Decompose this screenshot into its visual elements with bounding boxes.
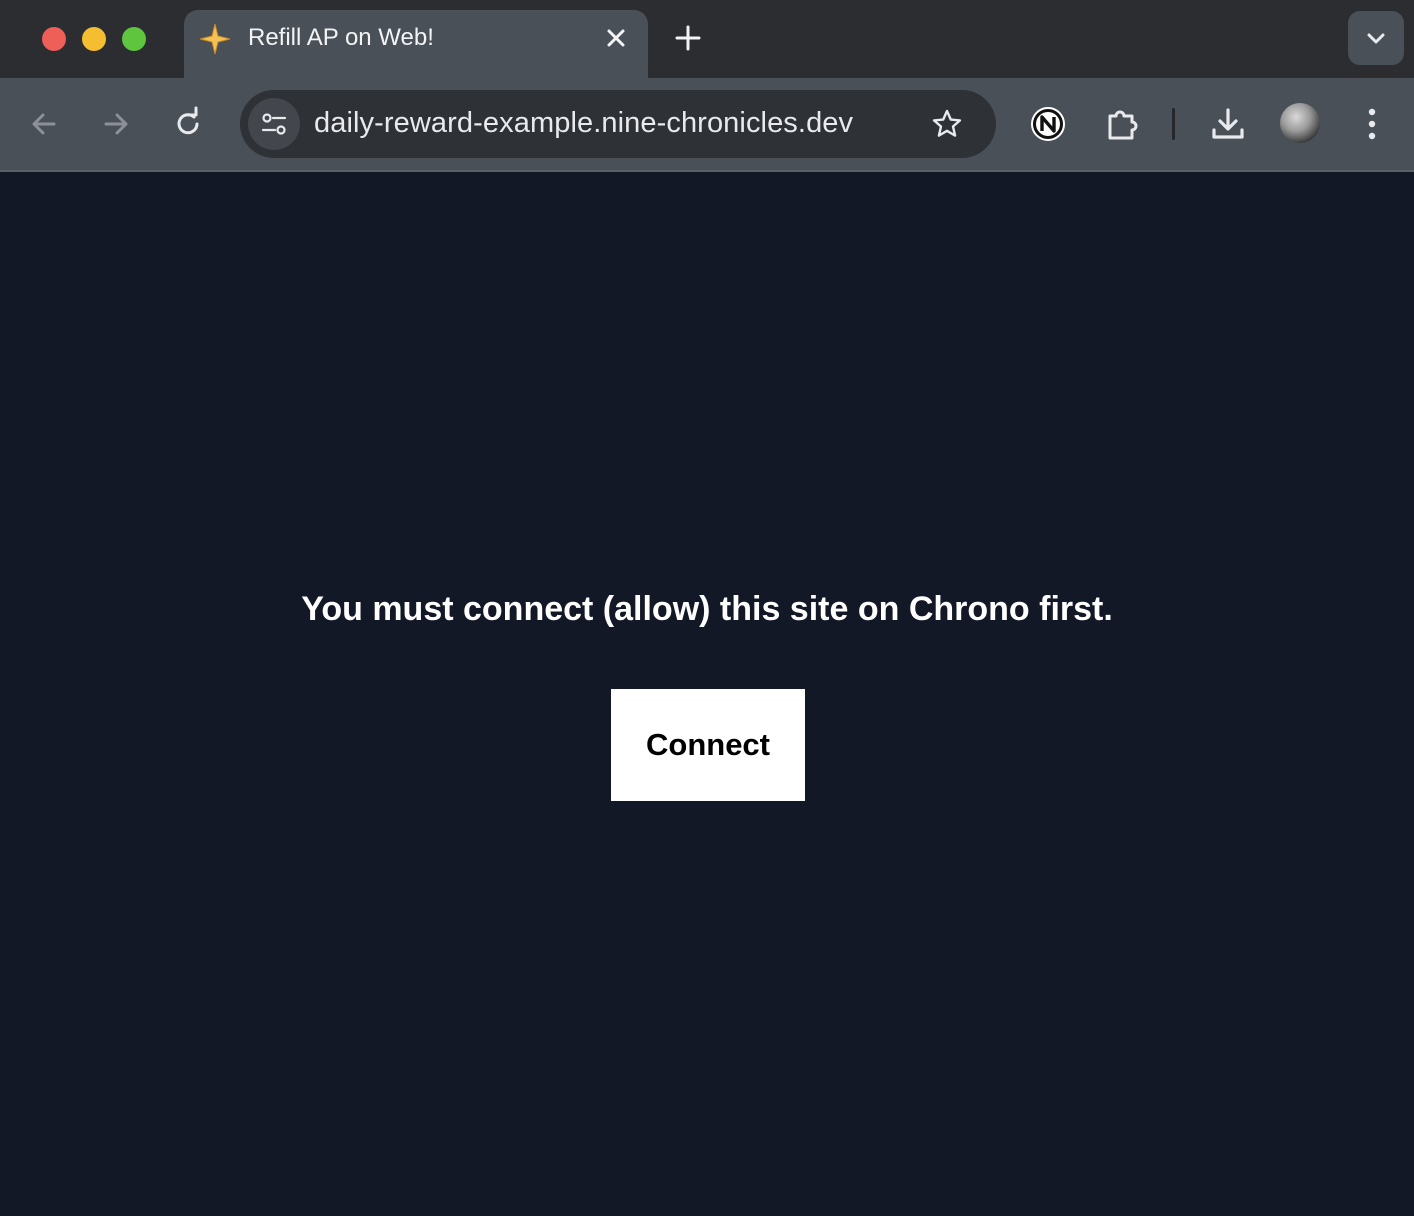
toolbar-divider <box>1172 108 1175 140</box>
kebab-menu-icon[interactable] <box>1352 104 1392 144</box>
puzzle-icon[interactable] <box>1102 104 1142 144</box>
tab-active[interactable]: Refill AP on Web! <box>184 10 648 78</box>
arrow-left-icon[interactable] <box>24 104 64 144</box>
browser-window: Refill AP on Web! daily-reward-example.n… <box>0 0 1414 1216</box>
star-icon[interactable] <box>930 107 964 141</box>
nine-chronicles-n-icon[interactable] <box>1028 104 1068 144</box>
window-close-button[interactable] <box>42 27 66 51</box>
connect-message: You must connect (allow) this site on Ch… <box>301 590 1113 628</box>
tab-strip: Refill AP on Web! <box>0 0 1414 78</box>
connect-button[interactable]: Connect <box>611 689 805 801</box>
plus-icon[interactable] <box>672 22 704 54</box>
sparkle-star-icon <box>199 23 231 55</box>
download-icon[interactable] <box>1208 104 1248 144</box>
window-maximize-button[interactable] <box>122 27 146 51</box>
avatar[interactable] <box>1280 103 1320 143</box>
site-info-button[interactable] <box>248 98 300 150</box>
page-content: You must connect (allow) this site on Ch… <box>0 172 1414 1216</box>
address-bar[interactable]: daily-reward-example.nine-chronicles.dev <box>240 90 996 158</box>
reload-icon[interactable] <box>168 104 208 144</box>
tune-icon <box>261 113 287 135</box>
tab-title: Refill AP on Web! <box>248 24 434 51</box>
chevron-down-icon <box>1367 33 1385 44</box>
arrow-right-icon[interactable] <box>96 104 136 144</box>
browser-toolbar: daily-reward-example.nine-chronicles.dev <box>0 78 1414 170</box>
tab-search-button[interactable] <box>1348 11 1404 65</box>
close-icon[interactable] <box>602 24 630 52</box>
window-minimize-button[interactable] <box>82 27 106 51</box>
url-text[interactable]: daily-reward-example.nine-chronicles.dev <box>314 107 853 140</box>
